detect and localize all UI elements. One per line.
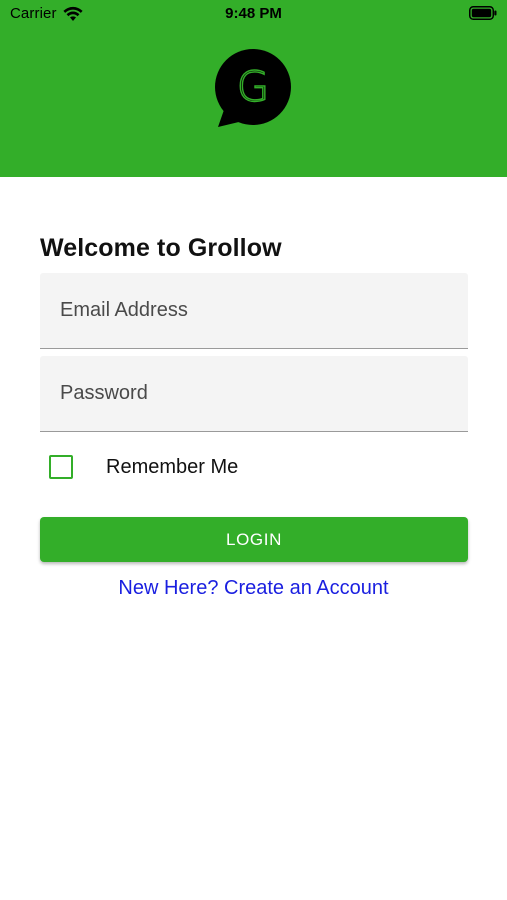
logo-letter: G	[237, 62, 270, 111]
page-title: Welcome to Grollow	[40, 234, 282, 262]
battery-icon	[469, 6, 497, 20]
app-header: Carrier 9:48 PM G	[0, 0, 507, 177]
email-field[interactable]	[40, 273, 468, 348]
status-time: 9:48 PM	[225, 5, 282, 22]
password-field-container	[40, 356, 468, 432]
remember-me-checkbox[interactable]	[49, 455, 73, 479]
password-field[interactable]	[40, 356, 468, 431]
login-screen: Carrier 9:48 PM G Welcome to Grollow Ema…	[0, 0, 507, 900]
remember-me-row: Remember Me	[49, 455, 238, 479]
email-field-container	[40, 273, 468, 349]
speech-bubble-logo-icon: G	[215, 49, 291, 127]
remember-me-label[interactable]: Remember Me	[106, 456, 238, 479]
login-button[interactable]: LOGIN	[40, 517, 468, 562]
status-bar: Carrier 9:48 PM	[0, 0, 507, 28]
create-account-link[interactable]: New Here? Create an Account	[0, 577, 507, 600]
